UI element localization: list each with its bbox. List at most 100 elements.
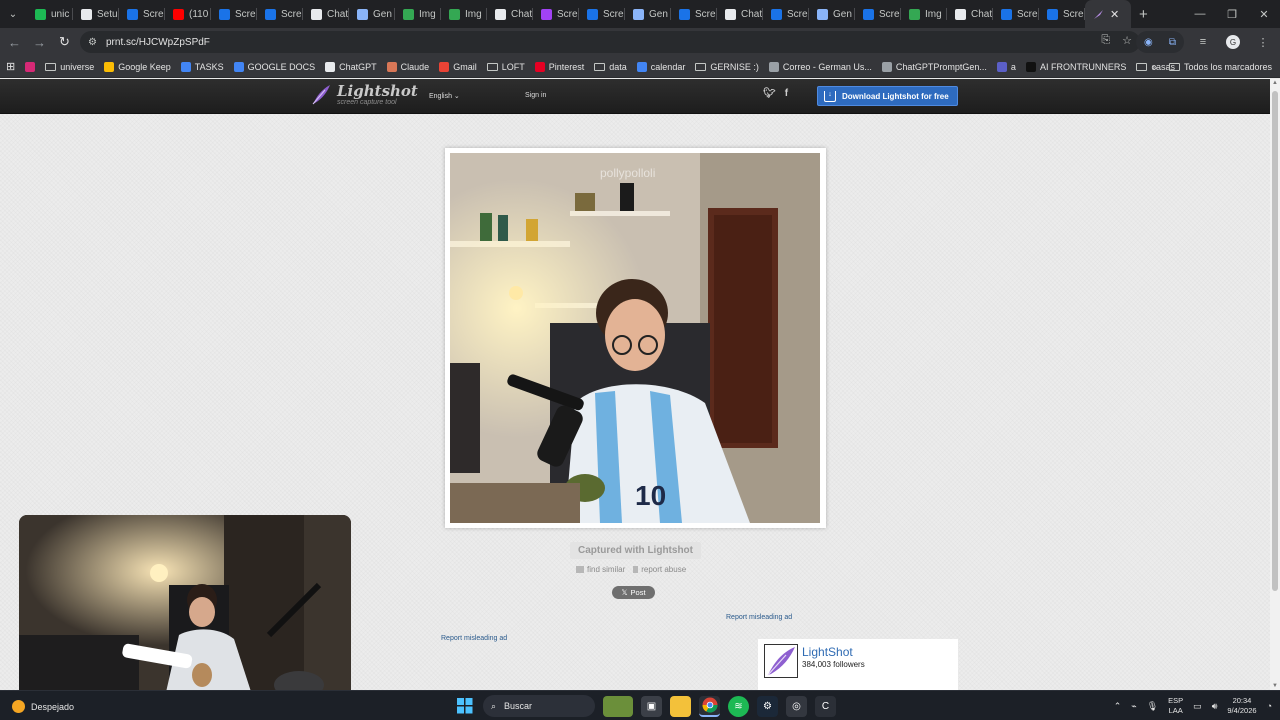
extensions-icon[interactable]: ⧉ (1169, 37, 1176, 48)
scroll-down-icon[interactable]: ▼ (1271, 683, 1279, 689)
file-explorer-icon[interactable] (670, 695, 691, 717)
menu-icon[interactable]: ⋮ (1252, 31, 1274, 53)
chrome-icon[interactable] (699, 695, 720, 717)
site-info-icon[interactable]: ⚙ (88, 37, 104, 48)
bookmark-item[interactable]: TASKS (180, 61, 224, 72)
report-ad-link-right[interactable]: Report misleading ad (726, 614, 792, 621)
bookmark-item[interactable]: Gmail (439, 61, 477, 72)
tab[interactable]: Img (901, 0, 947, 28)
scroll-up-icon[interactable]: ▲ (1271, 80, 1279, 86)
new-tab-button[interactable]: + (1139, 6, 1148, 23)
tab[interactable]: Scre (1039, 0, 1085, 28)
widgets-icon[interactable] (603, 695, 633, 717)
bookmark-item[interactable]: LOFT (486, 62, 525, 72)
facebook-icon[interactable]: f (785, 88, 788, 99)
x-post-button[interactable]: 𝕏 Post (612, 586, 655, 599)
profile-avatar[interactable]: G (1222, 31, 1244, 53)
spotify-icon[interactable]: ≋ (728, 695, 749, 717)
tab[interactable]: Scre (119, 0, 165, 28)
weather-widget[interactable]: Despejado (12, 700, 74, 713)
cast-icon[interactable]: ◉ (1144, 37, 1153, 48)
find-similar-link[interactable]: find similar (576, 565, 625, 574)
tab[interactable]: Img (441, 0, 487, 28)
tab-active[interactable]: ✕ (1085, 0, 1131, 28)
language-select[interactable]: English ⌄ (429, 92, 460, 100)
tab-search-button[interactable]: ⌄ (2, 3, 24, 25)
bookmark-item[interactable]: ChatGPTPromptGen... (881, 61, 987, 72)
bookmark-item[interactable]: calendar (636, 61, 685, 72)
page-scrollbar[interactable]: ▲ ▼ (1270, 79, 1280, 690)
tab[interactable]: Chat (487, 0, 533, 28)
bookmark-item[interactable]: Pinterest (534, 61, 584, 72)
screenshot-image[interactable]: 10 pollypolloli (450, 153, 820, 523)
tab[interactable]: Img (395, 0, 441, 28)
minimize-icon[interactable]: — (1184, 0, 1216, 28)
address-bar[interactable]: ⚙ prnt.sc/HJCWpZpSPdF ⎘ ☆ (80, 31, 1140, 53)
task-view-icon[interactable]: ▣ (641, 695, 662, 717)
tab[interactable]: Scre (671, 0, 717, 28)
bookmark-item[interactable]: data (594, 62, 627, 72)
all-bookmarks-folder[interactable]: Todos los marcadores (1168, 62, 1272, 72)
instagram-icon[interactable] (25, 61, 36, 72)
scroll-thumb[interactable] (1272, 91, 1278, 591)
tab[interactable]: Gen (809, 0, 855, 28)
url-text[interactable]: prnt.sc/HJCWpZpSPdF (106, 37, 210, 48)
bookmark-item[interactable]: Google Keep (104, 61, 171, 72)
widget-name[interactable]: LightShot (802, 645, 853, 659)
bookmark-item[interactable]: a (996, 61, 1016, 72)
reading-list-icon[interactable]: ≡ (1192, 31, 1214, 53)
apps-grid-icon[interactable]: ⊞ (6, 60, 15, 73)
tray-overflow-icon[interactable]: ⌃ (1114, 701, 1122, 712)
tab[interactable]: Scre (579, 0, 625, 28)
notifications-icon[interactable]: ◔ (1267, 701, 1272, 711)
bookmark-item[interactable]: ChatGPT (325, 61, 377, 72)
tab[interactable]: (110 (165, 0, 211, 28)
tab[interactable]: Scre (993, 0, 1039, 28)
bookmark-item[interactable]: Claude (386, 61, 429, 72)
tab[interactable]: Gen (625, 0, 671, 28)
app-c-icon[interactable]: C (815, 695, 836, 717)
back-icon[interactable]: ← (2, 30, 27, 55)
bookmark-item[interactable]: universe (45, 62, 94, 72)
bookmark-star-icon[interactable]: ☆ (1122, 34, 1132, 47)
close-window-icon[interactable]: ✕ (1248, 0, 1280, 28)
display-icon[interactable]: ▭ (1193, 701, 1202, 712)
tab[interactable]: unic (27, 0, 73, 28)
tab[interactable]: Scre (855, 0, 901, 28)
extensions-pill[interactable]: ◉ ⧉ (1136, 31, 1184, 53)
tab[interactable]: Scre (211, 0, 257, 28)
download-button[interactable]: ↓ Download Lightshot for free (817, 86, 958, 106)
tab[interactable]: Chat (717, 0, 763, 28)
tab[interactable]: Chat (303, 0, 349, 28)
windows-start-icon[interactable] (454, 696, 475, 717)
install-app-icon[interactable]: ⎘ (1101, 34, 1110, 47)
tab[interactable]: Scre (533, 0, 579, 28)
language-indicator[interactable]: ESP LAA (1168, 696, 1183, 716)
taskbar-search[interactable]: ⌕ Buscar (483, 695, 595, 717)
tab[interactable]: Scre (257, 0, 303, 28)
twitter-icon[interactable]: 🐦︎ (763, 88, 776, 99)
forward-icon[interactable]: → (27, 30, 52, 55)
lightshot-logo[interactable]: Lightshot screen capture tool (311, 84, 418, 106)
tab[interactable]: Setu (73, 0, 119, 28)
more-bookmarks-icon[interactable]: » (1152, 62, 1157, 72)
close-tab-icon[interactable]: ✕ (1110, 8, 1119, 21)
tab[interactable]: Chat (947, 0, 993, 28)
tab[interactable]: Scre (763, 0, 809, 28)
obs-icon[interactable]: ◎ (786, 695, 807, 717)
bookmark-item[interactable]: GERNISE :) (695, 62, 759, 72)
restore-icon[interactable]: ❐ (1216, 0, 1248, 28)
volume-icon[interactable]: 🔊︎ (1212, 701, 1218, 712)
clock[interactable]: 20:34 9/4/2026 (1227, 696, 1256, 716)
network-icon[interactable]: ⌁ (1131, 701, 1136, 712)
report-ad-link-left[interactable]: Report misleading ad (441, 635, 507, 642)
tab[interactable]: Gen (349, 0, 395, 28)
microphone-icon[interactable]: 🎙︎ (1147, 701, 1158, 712)
steam-icon[interactable]: ⚙ (757, 695, 778, 717)
bookmark-item[interactable]: GOOGLE DOCS (233, 61, 315, 72)
reload-icon[interactable]: ↻ (52, 30, 77, 55)
sign-in-link[interactable]: Sign in (525, 92, 546, 99)
bookmark-item[interactable]: AI FRONTRUNNERS (1025, 61, 1126, 72)
report-abuse-link[interactable]: report abuse (633, 565, 686, 574)
bookmark-item[interactable]: Correo - German Us... (768, 61, 872, 72)
